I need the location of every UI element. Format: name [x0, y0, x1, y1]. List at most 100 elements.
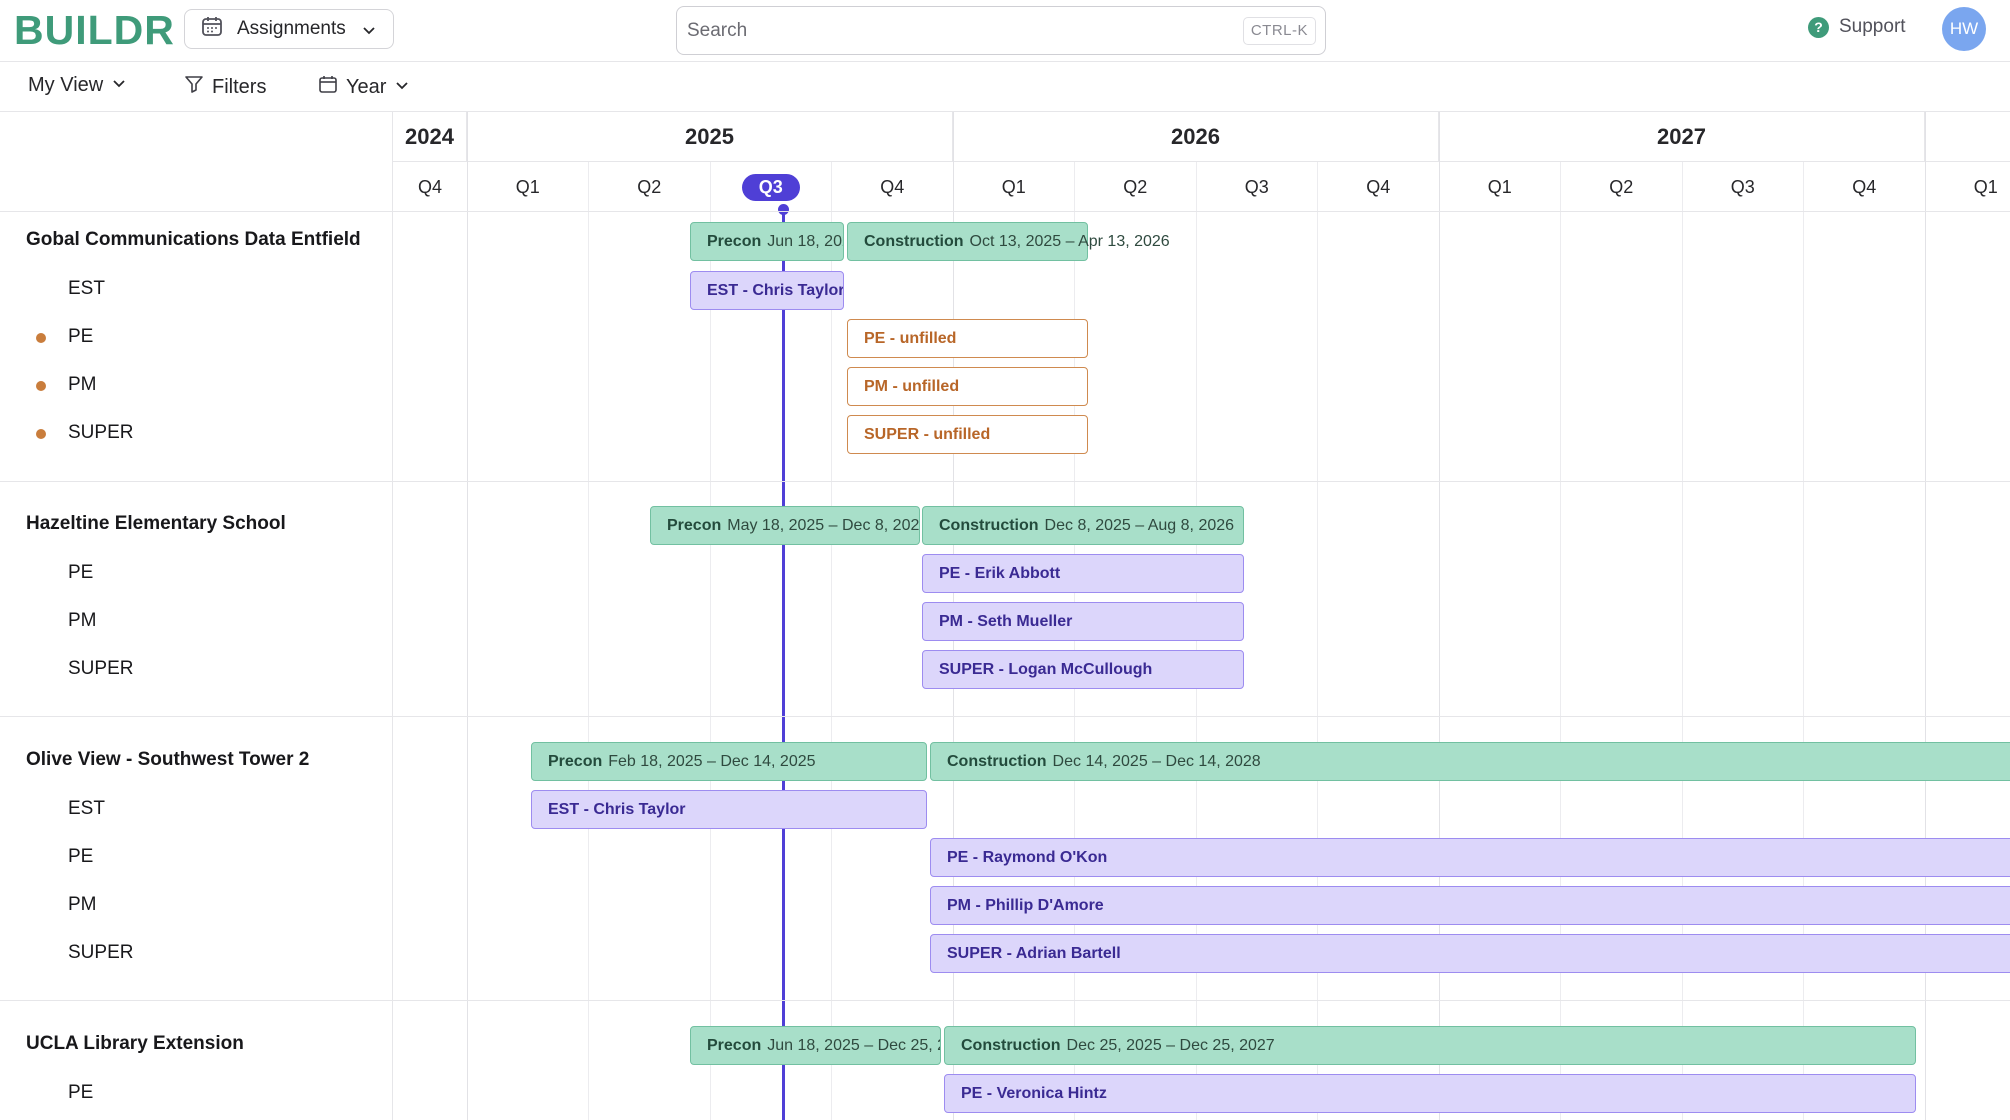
- chevron-down-icon: [394, 76, 410, 99]
- construction-bar[interactable]: Construction Dec 8, 2025 – Aug 8, 2026: [922, 506, 1244, 545]
- assignment-bar[interactable]: PM - Seth Mueller: [922, 602, 1244, 641]
- row-separator: [0, 481, 2010, 482]
- row-separator: [0, 716, 2010, 717]
- calendar-icon: [201, 15, 223, 43]
- quarter-label: Q3: [710, 162, 832, 212]
- assignment-bar[interactable]: PE - Raymond O'Kon: [930, 838, 2010, 877]
- phase-dates: Dec 14, 2025 – Dec 14, 2028: [1052, 752, 1261, 770]
- quarter-label: Q4: [1852, 176, 1877, 197]
- phase-label: Precon: [667, 516, 722, 534]
- top-bar: BUILDR Assignments CTRL-K ? Support HW: [0, 0, 2010, 62]
- assignment-bar[interactable]: PE - Erik Abbott: [922, 554, 1244, 593]
- support-link[interactable]: ? Support: [1808, 16, 1906, 38]
- unfilled-assignment-bar[interactable]: PE - unfilled: [847, 319, 1088, 358]
- search-input[interactable]: [687, 19, 1207, 42]
- search-box[interactable]: CTRL-K: [676, 6, 1326, 55]
- unfilled-assignment-bar[interactable]: PM - unfilled: [847, 367, 1088, 406]
- phase-dates: Dec 8, 2025 – Aug 8, 2026: [1044, 516, 1235, 534]
- precon-bar[interactable]: Precon Feb 18, 2025 – Dec 14, 2025: [531, 742, 927, 781]
- phase-dates: Dec 25, 2025 – Dec 25, 2027: [1066, 1036, 1275, 1054]
- quarter-label: Q4: [417, 176, 442, 197]
- quarter-label: Q1: [515, 176, 540, 197]
- quarter-label: Q2: [1123, 176, 1148, 197]
- help-icon: ?: [1808, 16, 1829, 38]
- assignment-bar[interactable]: PE - Veronica Hintz: [944, 1074, 1916, 1113]
- year-gridline: [466, 112, 468, 1120]
- filter-icon: [184, 74, 204, 100]
- phase-label: Construction: [864, 232, 964, 250]
- quarter-label: Q3: [1244, 176, 1269, 197]
- assignment-bar[interactable]: EST - Chris Taylor: [690, 271, 844, 310]
- app-logo[interactable]: BUILDR: [14, 8, 175, 52]
- project-title[interactable]: Hazeltine Elementary School: [26, 513, 286, 535]
- role-label: SUPER: [68, 658, 134, 679]
- phase-dates: Jun 18, 2025 – Oct 13, 2025: [767, 232, 843, 250]
- year-label: 2024: [393, 112, 467, 162]
- quarter-label: Q3: [1730, 176, 1755, 197]
- quarter-gridline: [1560, 162, 1561, 1120]
- row-separator: [0, 211, 2010, 212]
- chevron-down-icon: [361, 22, 377, 44]
- role-label: PE: [68, 326, 94, 347]
- quarter-label: Q4: [1366, 176, 1391, 197]
- quarter-gridline: [1681, 162, 1683, 1120]
- role-label: PE: [68, 562, 94, 583]
- precon-bar[interactable]: Precon Jun 18, 2025 – Oct 13, 2025: [690, 222, 844, 261]
- range-dropdown[interactable]: Year: [318, 74, 410, 100]
- quarter-label: Q1: [1001, 176, 1026, 197]
- phase-label: Construction: [947, 752, 1047, 770]
- year-label: 2027: [1439, 112, 1925, 162]
- construction-bar[interactable]: Construction Dec 14, 2025 – Dec 14, 2028: [930, 742, 2010, 781]
- year-header: 2024 2025 2026 2027: [393, 112, 2010, 162]
- my-view-dropdown[interactable]: My View: [20, 74, 127, 97]
- unfilled-role-indicator: [36, 381, 46, 391]
- quarter-gridline: [1195, 162, 1197, 1120]
- phase-label: Precon: [707, 232, 762, 250]
- precon-bar[interactable]: Precon May 18, 2025 – Dec 8, 2025: [650, 506, 920, 545]
- assignment-bar[interactable]: SUPER - Adrian Bartell: [930, 934, 2010, 973]
- project-title[interactable]: Gobal Communications Data Entfield: [26, 229, 361, 251]
- project-title[interactable]: UCLA Library Extension: [26, 1033, 244, 1055]
- role-label: PM: [68, 894, 97, 915]
- unfilled-role-indicator: [36, 333, 46, 343]
- row-separator: [0, 1000, 2010, 1001]
- role-label: PE: [68, 1082, 94, 1103]
- unfilled-assignment-bar[interactable]: SUPER - unfilled: [847, 415, 1088, 454]
- quarter-label: Q2: [637, 176, 662, 197]
- range-label: Year: [346, 75, 387, 98]
- phase-label: Precon: [707, 1036, 762, 1054]
- quarter-header: Q4 Q1 Q2 Q3 Q4 Q1 Q2 Q3 Q4 Q1 Q2 Q3 Q4 Q1: [393, 162, 2010, 212]
- phase-dates: May 18, 2025 – Dec 8, 2025: [727, 516, 920, 534]
- phase-label: Construction: [961, 1036, 1061, 1054]
- quarter-gridline: [1803, 162, 1804, 1120]
- support-label: Support: [1839, 16, 1906, 37]
- user-avatar[interactable]: HW: [1942, 7, 1986, 51]
- precon-bar[interactable]: Precon Jun 18, 2025 – Dec 25, 2025: [690, 1026, 941, 1065]
- assignment-bar[interactable]: PM - Phillip D'Amore: [930, 886, 2010, 925]
- toolbar: My View Filters Year: [0, 62, 2010, 112]
- phase-dates: Feb 18, 2025 – Dec 14, 2025: [608, 752, 816, 770]
- chevron-down-icon: [111, 74, 127, 97]
- assignment-bar[interactable]: EST - Chris Taylor: [531, 790, 927, 829]
- assignment-bar[interactable]: SUPER - Logan McCullough: [922, 650, 1244, 689]
- role-label: PM: [68, 374, 97, 395]
- quarter-label: Q2: [1609, 176, 1634, 197]
- view-switcher[interactable]: Assignments: [184, 9, 394, 49]
- project-title[interactable]: Olive View - Southwest Tower 2: [26, 749, 309, 771]
- phase-dates: Oct 13, 2025 – Apr 13, 2026: [969, 232, 1170, 250]
- quarter-label: Q1: [1973, 176, 1998, 197]
- today-marker: [782, 207, 785, 1120]
- filters-button[interactable]: Filters: [184, 74, 274, 100]
- role-label: SUPER: [68, 422, 134, 443]
- quarter-gridline: [1317, 162, 1318, 1120]
- unfilled-role-indicator: [36, 429, 46, 439]
- quarter-gridline: [588, 162, 589, 1120]
- construction-bar[interactable]: Construction Oct 13, 2025 – Apr 13, 2026: [847, 222, 1170, 261]
- construction-bar[interactable]: Construction Dec 25, 2025 – Dec 25, 2027: [944, 1026, 1916, 1065]
- project-list: [0, 112, 393, 1120]
- view-switcher-label: Assignments: [237, 18, 346, 39]
- role-label: EST: [68, 798, 105, 819]
- my-view-label: My View: [28, 74, 104, 96]
- year-label: 2025: [467, 112, 953, 162]
- role-label: PE: [68, 846, 94, 867]
